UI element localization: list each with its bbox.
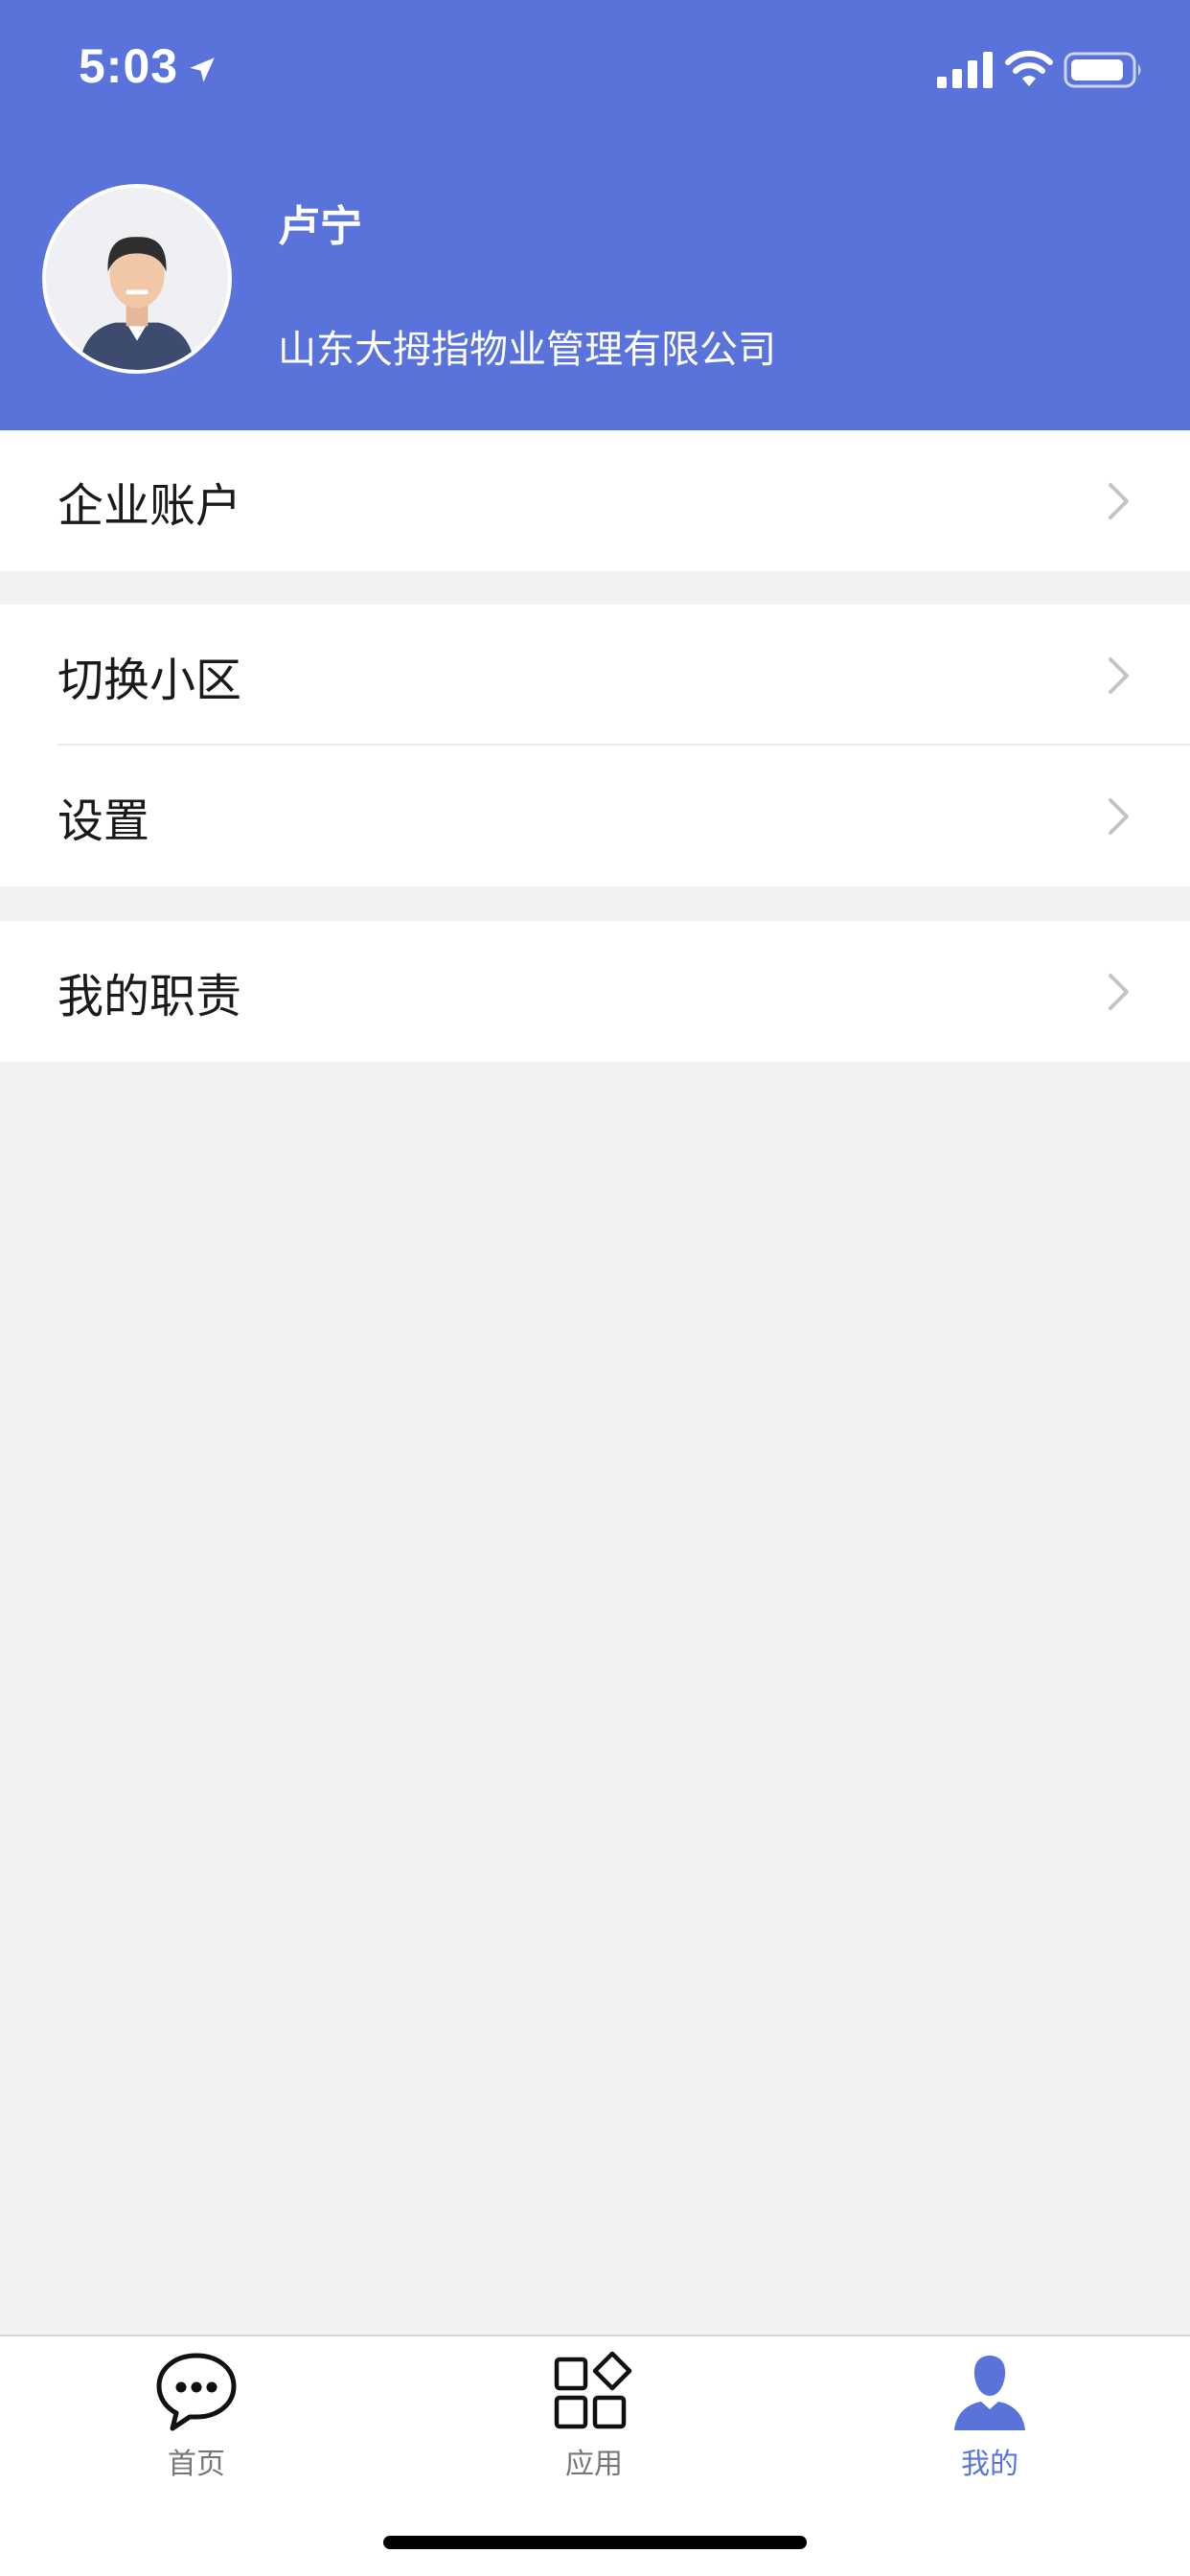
menu-item-enterprise-account[interactable]: 企业账户: [0, 430, 1190, 571]
tab-label: 应用: [565, 2448, 623, 2481]
menu-item-label: 企业账户: [57, 478, 242, 533]
menu-item-label: 切换小区: [57, 653, 242, 707]
status-time: 5:03: [79, 39, 179, 93]
battery-icon: [1064, 52, 1141, 88]
user-avatar-icon: [46, 188, 228, 370]
chevron-right-icon: [1109, 656, 1129, 694]
chat-bubble-icon: [156, 2353, 237, 2431]
user-name: 卢宁: [278, 202, 362, 251]
apps-grid-icon: [554, 2351, 632, 2429]
location-arrow-icon: [190, 58, 215, 82]
wifi-icon: [1005, 50, 1053, 86]
tab-label: 我的: [961, 2448, 1018, 2481]
company-name: 山东大拇指物业管理有限公司: [278, 328, 776, 372]
menu-item-switch-community[interactable]: 切换小区: [0, 605, 1190, 746]
menu-item-settings[interactable]: 设置: [0, 746, 1190, 886]
tab-label: 首页: [168, 2448, 225, 2481]
home-indicator[interactable]: [383, 2536, 807, 2549]
chevron-right-icon: [1109, 482, 1129, 519]
avatar[interactable]: [42, 184, 232, 374]
profile-header: 5:03 卢宁 山东大拇指物业管理有限公司: [0, 0, 1190, 430]
tab-apps[interactable]: 应用: [498, 2348, 690, 2482]
menu-group-duties: 我的职责: [0, 921, 1190, 1062]
chevron-right-icon: [1109, 973, 1129, 1010]
tab-home[interactable]: 首页: [101, 2348, 292, 2482]
menu-group-settings: 切换小区 设置: [0, 605, 1190, 886]
person-icon: [954, 2356, 1025, 2430]
chevron-right-icon: [1109, 797, 1129, 835]
cellular-signal-icon: [937, 52, 993, 88]
menu-item-label: 我的职责: [57, 969, 242, 1024]
menu-item-label: 设置: [57, 794, 150, 848]
menu-item-my-duties[interactable]: 我的职责: [0, 921, 1190, 1062]
tab-mine[interactable]: 我的: [894, 2348, 1086, 2482]
menu-group-account: 企业账户: [0, 430, 1190, 571]
